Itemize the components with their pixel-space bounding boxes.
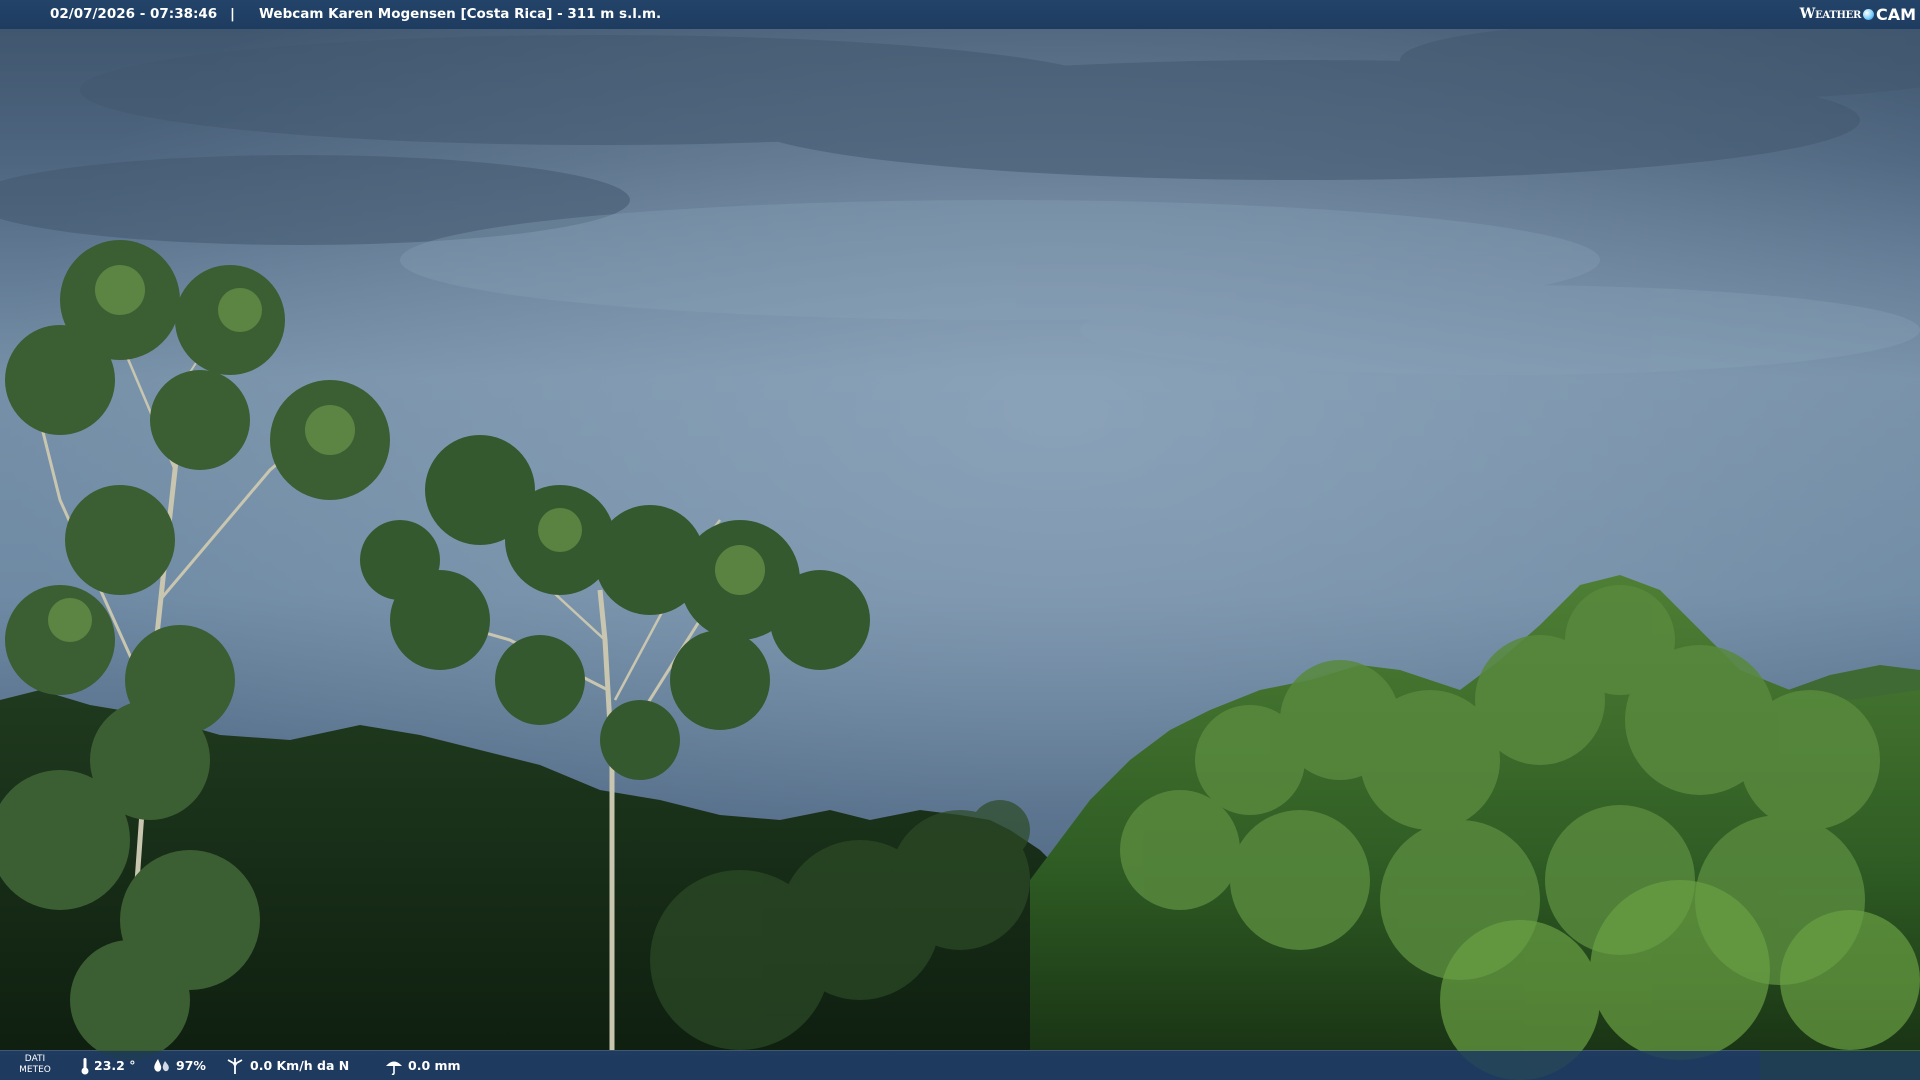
weathercam-logo: Weather CAM xyxy=(1800,0,1916,29)
temperature-value: 23.2 ° xyxy=(94,1058,136,1073)
rain-readout: 0.0 mm xyxy=(384,1051,461,1080)
weather-data-bar: DATI METEO 23.2 ° 97% 0.0 Km/h da N 0.0 … xyxy=(0,1051,1920,1080)
humidity-readout: 97% xyxy=(152,1051,206,1080)
brand-cam-text: CAM xyxy=(1875,5,1916,24)
label-line2: METEO xyxy=(19,1065,51,1075)
label-line1: DATI xyxy=(24,1054,46,1064)
brand-weather-text: Weather xyxy=(1799,6,1862,22)
humidity-value: 97% xyxy=(176,1058,206,1073)
webcam-title: Webcam Karen Mogensen [Costa Rica] - 311… xyxy=(259,6,662,22)
separator: | xyxy=(230,6,235,22)
temperature-readout: 23.2 ° xyxy=(80,1051,135,1080)
wind-value: 0.0 Km/h da N xyxy=(250,1058,350,1073)
rain-value: 0.0 mm xyxy=(408,1058,461,1073)
thermometer-icon xyxy=(81,1057,89,1074)
webcam-image xyxy=(0,0,1920,1080)
wind-readout: 0.0 Km/h da N xyxy=(226,1051,349,1080)
top-info-bar: 02/07/2026 - 07:38:46 | Webcam Karen Mog… xyxy=(0,0,1920,29)
rain-icon xyxy=(386,1061,402,1075)
datetime-text: 02/07/2026 - 07:38:46 xyxy=(50,6,218,22)
humidity-drop-icon xyxy=(154,1058,169,1072)
globe-icon xyxy=(1862,9,1874,20)
weather-data-label: DATI METEO xyxy=(18,1054,52,1076)
wind-icon xyxy=(227,1057,243,1074)
